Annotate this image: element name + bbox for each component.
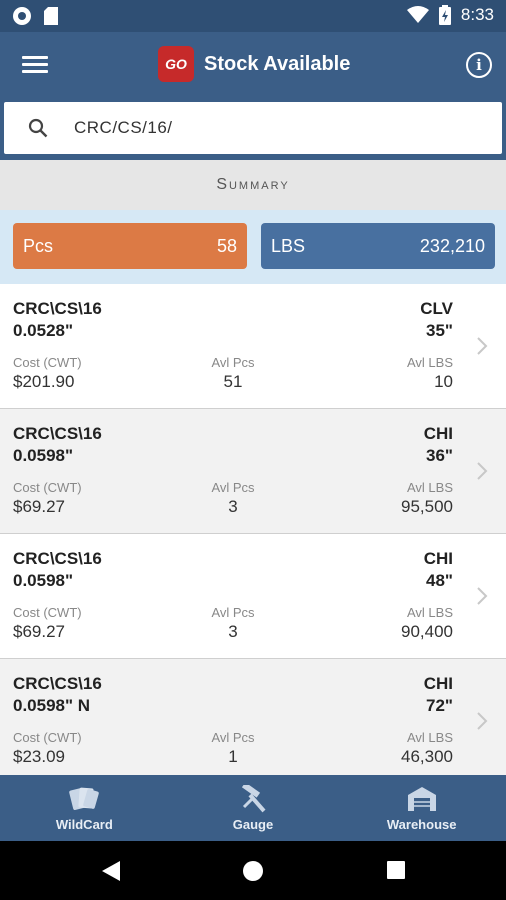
bottom-nav: WildCard Gauge Warehouse	[0, 775, 506, 841]
cost-label: Cost (CWT)	[13, 730, 82, 745]
cost-value: $69.27	[13, 497, 65, 516]
wifi-icon	[406, 6, 429, 23]
item-width: 36"	[426, 446, 453, 465]
app-bar: GO Stock Available i	[0, 32, 506, 98]
avl-lbs-label: Avl LBS	[406, 355, 453, 370]
chevron-right-icon	[477, 587, 488, 605]
avl-lbs-value: 90,400	[401, 622, 453, 641]
avl-pcs-value: 3	[228, 622, 238, 641]
item-code: CRC\CS\16	[13, 299, 102, 318]
info-icon[interactable]: i	[466, 52, 492, 78]
title-group: GO Stock Available	[158, 46, 350, 82]
avl-lbs-value: 95,500	[401, 497, 453, 516]
avl-pcs-label: Avl Pcs	[211, 355, 255, 370]
list-item[interactable]: CRC\CS\16 0.0528" CLV 35" Cost (CWT) $201.…	[0, 284, 506, 409]
chevron-right-icon	[477, 712, 488, 730]
item-location: CHI	[423, 549, 453, 568]
item-location: CHI	[423, 424, 453, 443]
item-location-block: CHI 72"	[424, 673, 453, 717]
avl-lbs-value: 46,300	[401, 747, 453, 766]
battery-icon	[438, 5, 451, 25]
search-input[interactable]: CRC/CS/16/	[4, 102, 502, 154]
nav-label: Gauge	[232, 816, 274, 832]
nav-label: Warehouse	[386, 816, 457, 832]
item-spec: CRC\CS\16 0.0598" N	[13, 673, 102, 717]
cost-label: Cost (CWT)	[13, 605, 82, 620]
item-spec: CRC\CS\16 0.0598"	[13, 548, 102, 592]
page-title: Stock Available	[204, 52, 351, 75]
sd-card-icon	[44, 7, 58, 25]
cost-value: $201.90	[13, 372, 75, 391]
status-bar: 8:33	[0, 0, 506, 32]
back-icon[interactable]	[102, 861, 120, 881]
search-container: CRC/CS/16/	[0, 98, 506, 162]
nav-gauge[interactable]: Gauge	[169, 775, 338, 841]
go-logo: GO	[158, 46, 194, 82]
list-item[interactable]: CRC\CS\16 0.0598" CHI 48" Cost (CWT) $69.2…	[0, 534, 506, 659]
item-gauge: 0.0598"	[13, 446, 74, 465]
avl-pcs-label: Avl Pcs	[211, 605, 255, 620]
totals-bar: Pcs 58 LBS 232,210	[0, 210, 506, 284]
pcs-total: Pcs 58	[13, 223, 247, 269]
recents-icon[interactable]	[387, 861, 405, 879]
search-icon	[28, 118, 48, 138]
pcs-total-value: 58	[216, 235, 237, 256]
list-item[interactable]: CRC\CS\16 0.0598" N CHI 72" Cost (CWT) $23…	[0, 659, 506, 775]
stock-list: CRC\CS\16 0.0528" CLV 35" Cost (CWT) $201.…	[0, 284, 506, 775]
chevron-right-icon	[477, 337, 488, 355]
avl-pcs-value: 3	[228, 497, 238, 516]
item-gauge: 0.0528"	[13, 321, 74, 340]
lbs-total-label: LBS	[271, 235, 306, 256]
item-location: CLV	[420, 299, 453, 318]
nav-wildcard[interactable]: WildCard	[0, 775, 169, 841]
avl-pcs-label: Avl Pcs	[211, 480, 255, 495]
cost-value: $69.27	[13, 622, 65, 641]
avl-lbs-label: Avl LBS	[406, 480, 453, 495]
avl-lbs-label: Avl LBS	[406, 730, 453, 745]
lbs-total-value: 232,210	[419, 235, 485, 256]
menu-icon[interactable]	[20, 52, 50, 78]
item-location-block: CHI 36"	[424, 423, 453, 467]
cost-label: Cost (CWT)	[13, 480, 82, 495]
avl-pcs-value: 51	[223, 372, 243, 391]
system-nav-bar	[0, 841, 506, 900]
cost-value: $23.09	[13, 747, 65, 766]
logo-text: GO	[165, 56, 187, 72]
item-code: CRC\CS\16	[13, 674, 102, 693]
item-code: CRC\CS\16	[13, 424, 102, 443]
search-value: CRC/CS/16/	[74, 118, 173, 137]
item-location-block: CLV 35"	[420, 298, 453, 342]
avl-pcs-value: 1	[228, 747, 238, 766]
lbs-total: LBS 232,210	[261, 223, 495, 269]
item-code: CRC\CS\16	[13, 549, 102, 568]
nav-warehouse[interactable]: Warehouse	[337, 775, 506, 841]
home-icon[interactable]	[243, 861, 263, 881]
item-width: 35"	[426, 321, 453, 340]
avl-lbs-value: 10	[434, 372, 453, 391]
nav-label: WildCard	[55, 816, 113, 832]
avl-pcs-label: Avl Pcs	[211, 730, 255, 745]
item-spec: CRC\CS\16 0.0598"	[13, 423, 102, 467]
chevron-right-icon	[477, 462, 488, 480]
list-item[interactable]: CRC\CS\16 0.0598" CHI 36" Cost (CWT) $69.2…	[0, 409, 506, 534]
item-location-block: CHI 48"	[424, 548, 453, 592]
item-gauge: 0.0598" N	[13, 696, 91, 715]
summary-header: Summary	[0, 160, 506, 210]
avl-lbs-label: Avl LBS	[406, 605, 453, 620]
status-time: 8:33	[460, 5, 494, 24]
item-width: 48"	[426, 571, 453, 590]
cards-icon	[69, 787, 100, 810]
item-width: 72"	[426, 696, 453, 715]
cost-label: Cost (CWT)	[13, 355, 82, 370]
item-spec: CRC\CS\16 0.0528"	[13, 298, 102, 342]
item-gauge: 0.0598"	[13, 571, 74, 590]
pcs-total-label: Pcs	[23, 235, 54, 256]
circle-notification-icon	[13, 7, 31, 25]
item-location: CHI	[423, 674, 453, 693]
gauge-tool-icon	[241, 784, 266, 812]
warehouse-icon	[407, 786, 436, 811]
